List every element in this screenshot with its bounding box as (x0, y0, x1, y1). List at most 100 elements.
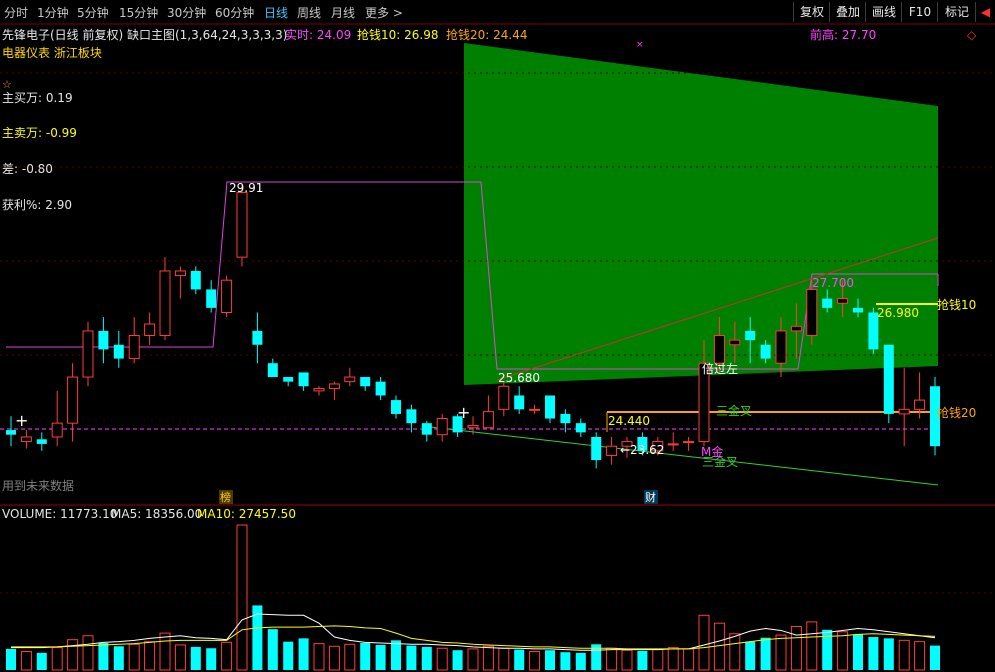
candle-body (760, 344, 771, 359)
crosshair-marker-icon: + (15, 411, 28, 430)
candle-body (436, 418, 448, 436)
volume-bar (729, 633, 741, 671)
volume-bar (190, 646, 201, 670)
gap-left-label: 25.680 (498, 371, 540, 385)
volume-bar (98, 642, 109, 670)
jincha-label-1: 三金叉 (716, 403, 752, 418)
volume-bar (914, 641, 926, 671)
candle-body (128, 335, 140, 360)
candle-body (853, 307, 863, 313)
candle-body (267, 363, 278, 378)
volume-bar (760, 637, 771, 670)
volume-bars (6, 524, 940, 671)
volume-bar (20, 651, 32, 671)
volume-bar (498, 647, 510, 671)
volume-bar (221, 641, 233, 671)
candle-body (482, 411, 494, 429)
kline-chart[interactable]: × 29.91 25.680 24.440 ←23.62 27.700 26.9… (0, 0, 995, 672)
candle-body (575, 423, 586, 433)
candle-body (914, 399, 926, 410)
candle-body (606, 445, 618, 456)
candle-body (406, 409, 417, 424)
level-24-label: 24.440 (608, 414, 650, 428)
candle-body (328, 383, 340, 390)
volume-bar (868, 637, 879, 670)
candle-body (174, 270, 186, 277)
marker-cross-icon: × (636, 40, 644, 50)
candle-body (51, 422, 63, 438)
volume-bar (467, 648, 479, 671)
volume-bar (206, 648, 217, 670)
volume-bar (406, 645, 417, 670)
cai-badge[interactable]: 财 (645, 490, 656, 504)
volume-bar (652, 649, 664, 671)
candle-body (144, 323, 156, 337)
volume-bar (621, 649, 633, 671)
volume-bar (344, 643, 356, 671)
volume-bar (698, 614, 710, 671)
candle-body (837, 298, 849, 304)
candle-body (467, 424, 479, 429)
future-data-warning: 用到未来数据 (2, 478, 74, 493)
candle-body (67, 376, 79, 424)
volume-bar (113, 646, 124, 670)
volume-bar (36, 652, 47, 670)
candle-body (98, 330, 109, 350)
volume-bar (267, 629, 278, 670)
candle-body (283, 377, 294, 382)
volume-bar (51, 647, 63, 671)
qiangqian10-tag: 抢钱10 (937, 297, 976, 312)
volume-bar (328, 645, 340, 671)
bang-badge[interactable]: 榜 (220, 490, 231, 504)
volume-bar (82, 635, 94, 671)
volume-bar (575, 652, 586, 670)
volume-bar (560, 652, 571, 670)
candle-body (36, 439, 47, 444)
candle-body (360, 377, 371, 387)
volume-bar (745, 641, 756, 670)
volume-value: VOLUME: 11773.10 (2, 507, 118, 521)
volume-bar (529, 651, 541, 671)
volume-bar (236, 524, 248, 671)
candle-body (252, 330, 263, 345)
volume-bar (421, 646, 432, 670)
volume-bar (482, 645, 494, 671)
candle-body (375, 381, 386, 396)
volume-bar (606, 647, 618, 671)
volume-bar (637, 650, 648, 670)
candle-body (391, 400, 401, 414)
level-26-label: 26.980 (877, 306, 919, 320)
low-label: ←23.62 (620, 443, 664, 457)
candle-body (236, 192, 248, 258)
beiguozuo-label: 倍过左 (702, 361, 738, 376)
volume-bar (391, 640, 401, 670)
volume-bar (545, 650, 555, 670)
candle-body (190, 270, 201, 290)
volume-bar (837, 631, 849, 671)
volume-bar (667, 647, 679, 671)
candle-body (498, 385, 510, 410)
volume-bar (313, 643, 325, 671)
volume-bar (853, 634, 863, 670)
candle-body (298, 372, 309, 387)
candle-body (806, 288, 818, 337)
volume-bar (159, 632, 171, 671)
volume-bar (930, 645, 940, 670)
mjin-label: M金 (701, 444, 723, 459)
candle-body (82, 330, 94, 378)
volume-bar (683, 648, 695, 671)
candle-body (6, 430, 16, 435)
candle-body (591, 436, 602, 461)
volume-bar (144, 641, 156, 671)
volume-bar (298, 638, 309, 670)
candle-body (822, 298, 833, 308)
candle-body (790, 325, 802, 332)
qiangqian20-tag: 抢钱20 (937, 405, 976, 420)
candle-body (713, 335, 725, 364)
volume-bar (128, 643, 140, 671)
candle-body (206, 289, 217, 308)
candle-body (883, 344, 894, 414)
candle-body (667, 443, 679, 446)
candle-body (113, 344, 124, 359)
peak-right-label: 27.700 (812, 276, 854, 290)
